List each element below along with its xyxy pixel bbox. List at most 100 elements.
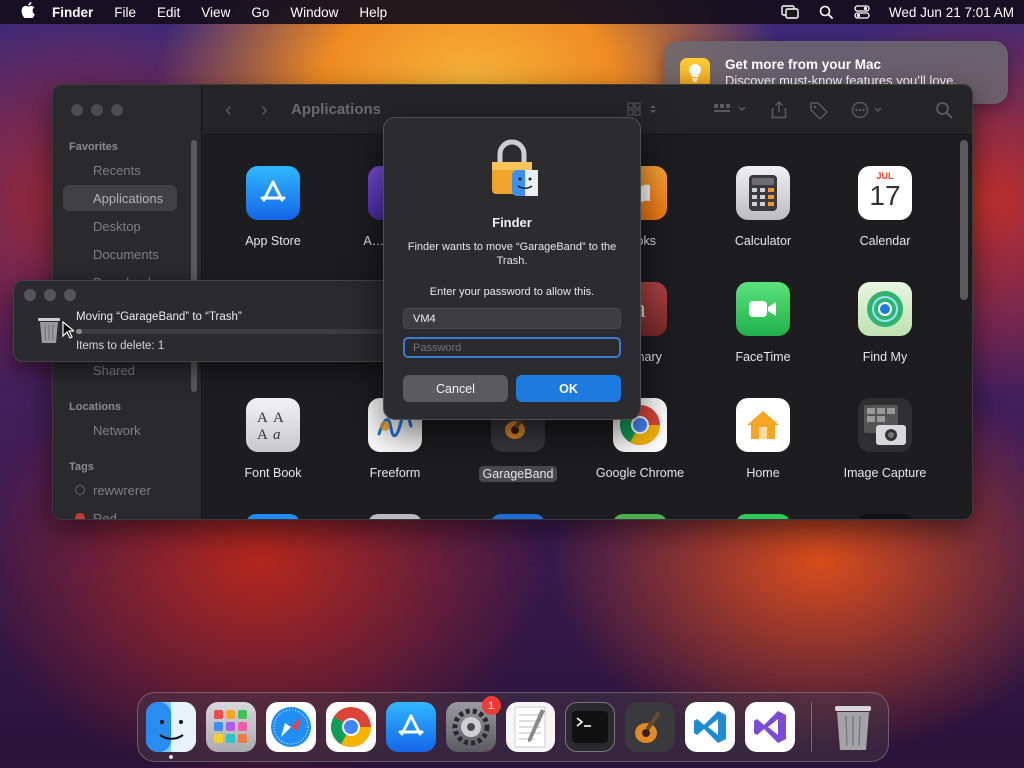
app-image-capture[interactable]: Image Capture bbox=[825, 398, 945, 480]
progress-bar-fill bbox=[76, 329, 83, 334]
app-partial[interactable] bbox=[213, 514, 333, 519]
app-app-store[interactable]: App Store bbox=[213, 166, 333, 248]
sidebar-item-applications[interactable]: Applications bbox=[63, 185, 177, 211]
dock-textedit[interactable] bbox=[505, 702, 556, 752]
menu-window[interactable]: Window bbox=[290, 5, 338, 20]
dock-visual-studio[interactable] bbox=[745, 702, 796, 752]
image-capture-icon bbox=[858, 398, 912, 452]
share-icon[interactable] bbox=[771, 100, 787, 124]
menu-app-finder[interactable]: Finder bbox=[52, 5, 93, 20]
calendar-day: 17 bbox=[869, 180, 901, 211]
spotlight-search-icon[interactable] bbox=[817, 5, 835, 19]
dialog-title: Finder bbox=[492, 215, 532, 230]
forward-chevron-icon[interactable]: › bbox=[261, 99, 268, 122]
username-field[interactable] bbox=[403, 308, 621, 329]
screen-mirroring-icon[interactable] bbox=[781, 5, 799, 19]
visual-studio-icon bbox=[754, 711, 787, 743]
sidebar-item-label: Applications bbox=[93, 190, 164, 206]
cancel-button[interactable]: Cancel bbox=[403, 375, 508, 402]
sidebar-item-recents[interactable]: Recents bbox=[63, 157, 177, 183]
finder-icon bbox=[146, 702, 196, 752]
calendar-icon: JUL 17 bbox=[858, 166, 912, 220]
sidebar-item-desktop[interactable]: Desktop bbox=[63, 213, 177, 239]
zoom-window-button[interactable] bbox=[64, 289, 76, 301]
lock-finder-icon bbox=[488, 138, 540, 203]
sidebar-header-tags: Tags bbox=[69, 461, 94, 473]
progress-title: Moving “GarageBand” to “Trash” bbox=[76, 311, 242, 323]
more-actions-icon[interactable] bbox=[851, 101, 887, 124]
facetime-icon bbox=[736, 282, 790, 336]
app-calculator[interactable]: Calculator bbox=[703, 166, 823, 248]
dock-chrome[interactable] bbox=[325, 702, 376, 752]
trash-icon bbox=[36, 315, 62, 350]
ok-button[interactable]: OK bbox=[516, 375, 621, 402]
menu-edit[interactable]: Edit bbox=[157, 5, 180, 20]
control-center-icon[interactable] bbox=[853, 5, 871, 19]
sidebar-header-locations: Locations bbox=[69, 401, 121, 413]
app-store-icon bbox=[398, 714, 424, 736]
dock-safari[interactable] bbox=[265, 702, 316, 752]
dock-system-settings[interactable]: 1 bbox=[445, 696, 501, 752]
menu-bar-clock[interactable]: Wed Jun 21 7:01 AM bbox=[889, 5, 1014, 20]
dialog-message: Finder wants to move “GarageBand” to the… bbox=[407, 241, 617, 267]
close-window-button[interactable] bbox=[24, 289, 36, 301]
partial-app-icon bbox=[491, 514, 545, 519]
close-window-button[interactable] bbox=[71, 104, 83, 116]
app-find-my[interactable]: Find My bbox=[825, 282, 945, 364]
app-partial[interactable] bbox=[580, 514, 700, 519]
notification-title: Get more from your Mac bbox=[725, 56, 882, 72]
app-font-book[interactable]: AAAa Font Book bbox=[213, 398, 333, 480]
app-facetime[interactable]: FaceTime bbox=[703, 282, 823, 364]
garageband-icon bbox=[635, 711, 661, 743]
app-home[interactable]: Home bbox=[703, 398, 823, 480]
minimize-window-button[interactable] bbox=[44, 289, 56, 301]
tag-color-dot bbox=[75, 513, 85, 519]
app-partial[interactable] bbox=[703, 514, 823, 519]
minimize-window-button[interactable] bbox=[91, 104, 103, 116]
menu-help[interactable]: Help bbox=[359, 5, 387, 20]
path-title: Applications bbox=[291, 101, 382, 118]
password-field[interactable] bbox=[403, 337, 621, 358]
app-partial[interactable] bbox=[335, 514, 455, 519]
calculator-icon bbox=[736, 166, 790, 220]
dock-vscode[interactable] bbox=[685, 702, 736, 752]
sidebar-item-tag-red[interactable]: Red bbox=[63, 505, 177, 519]
authorization-dialog: Finder Finder wants to move “GarageBand”… bbox=[383, 117, 641, 420]
tag-color-dot bbox=[75, 485, 85, 495]
dock-app-store[interactable] bbox=[385, 702, 436, 752]
zoom-window-button[interactable] bbox=[111, 104, 123, 116]
dock-separator bbox=[811, 702, 813, 752]
dock-garageband[interactable] bbox=[625, 702, 676, 752]
apple-logo-icon[interactable] bbox=[18, 2, 38, 22]
app-partial[interactable] bbox=[458, 514, 578, 519]
sidebar-item-network[interactable]: Network bbox=[63, 417, 177, 443]
menu-view[interactable]: View bbox=[201, 5, 230, 20]
menu-go[interactable]: Go bbox=[251, 5, 269, 20]
mouse-pointer-icon bbox=[62, 320, 76, 344]
sidebar-item-tag-rewwrerer[interactable]: rewwrerer bbox=[63, 477, 177, 503]
grid-scrollbar[interactable] bbox=[960, 140, 968, 300]
dock: 1 bbox=[137, 692, 889, 762]
sidebar-item-documents[interactable]: Documents bbox=[63, 241, 177, 267]
sidebar-header-favorites: Favorites bbox=[69, 141, 118, 153]
dock-terminal[interactable] bbox=[565, 702, 616, 752]
app-partial[interactable] bbox=[825, 514, 945, 519]
app-label: FaceTime bbox=[735, 350, 791, 364]
menu-file[interactable]: File bbox=[114, 5, 136, 20]
back-chevron-icon[interactable]: ‹ bbox=[225, 99, 232, 122]
dock-launchpad[interactable] bbox=[206, 702, 256, 752]
group-by-icon[interactable] bbox=[713, 101, 749, 122]
dock-finder[interactable] bbox=[146, 702, 196, 759]
chrome-icon bbox=[330, 707, 371, 747]
running-indicator bbox=[169, 755, 173, 759]
tag-icon[interactable] bbox=[809, 101, 829, 124]
safari-icon bbox=[270, 707, 311, 747]
app-calendar[interactable]: JUL 17 Calendar bbox=[825, 166, 945, 248]
search-icon[interactable] bbox=[935, 101, 953, 124]
sidebar-item-label: Network bbox=[93, 422, 141, 438]
app-label: Home bbox=[746, 466, 780, 480]
lightbulb-icon bbox=[680, 57, 710, 88]
sidebar-item-label: rewwrerer bbox=[93, 482, 151, 498]
dock-trash[interactable] bbox=[828, 702, 878, 752]
progress-subtitle: Items to delete: 1 bbox=[76, 340, 165, 352]
